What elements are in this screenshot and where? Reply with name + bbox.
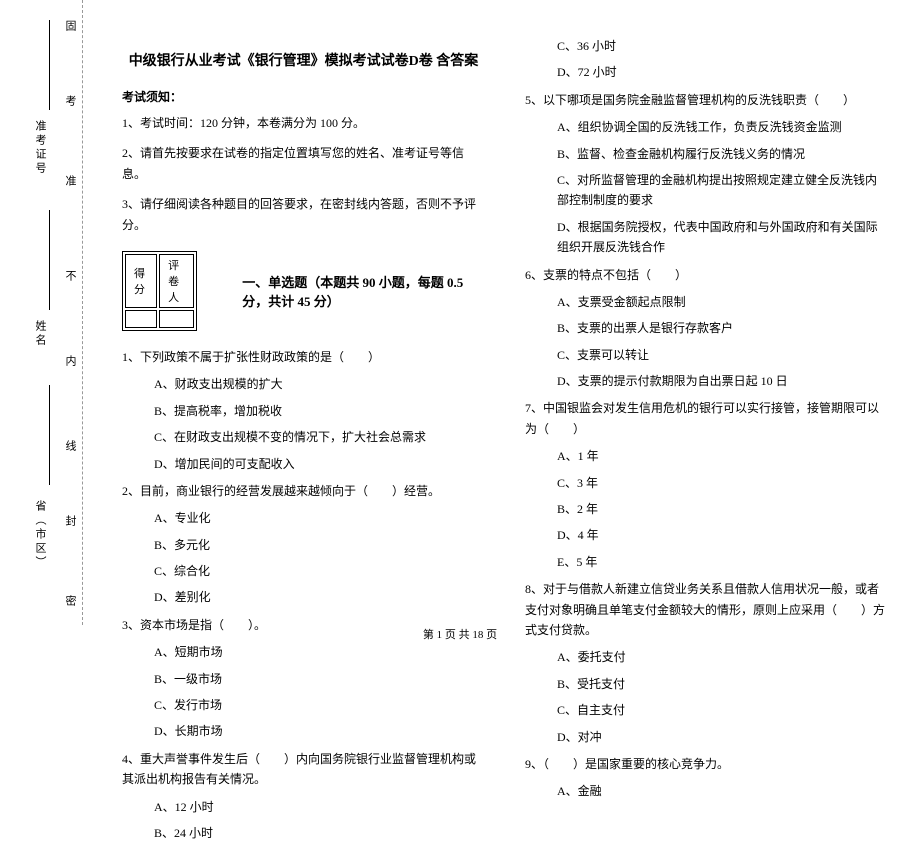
binding-dashed-line: [82, 0, 83, 625]
content-area: 中级银行从业考试《银行管理》模拟考试试卷D卷 含答案 考试须知： 1、考试时间：…: [110, 15, 900, 620]
right-questions: C、36 小时 D、72 小时 5、以下哪项是国务院金融监督管理机构的反洗钱职责（ …: [525, 36, 888, 802]
question-stem: 4、重大声誉事件发生后（ ）内向国务院银行业监督管理机构或其派出机构报告有关情况…: [122, 749, 485, 790]
question-option: C、36 小时: [557, 36, 888, 56]
binding-label-feng: 封: [62, 515, 78, 528]
instruction-2: 2、请首先按要求在试卷的指定位置填写您的姓名、准考证号等信息。: [122, 143, 485, 186]
binding-label-mi: 密: [62, 595, 78, 608]
question-option: B、支票的出票人是银行存款客户: [557, 318, 888, 338]
binding-label-xian: 线: [62, 440, 78, 453]
question-option: D、4 年: [557, 525, 888, 545]
question-option: B、24 小时: [154, 823, 485, 843]
page-footer: 第 1 页 共 18 页: [0, 626, 920, 642]
question-option: A、财政支出规模的扩大: [154, 374, 485, 394]
question-option: A、1 年: [557, 446, 888, 466]
question-option: B、一级市场: [154, 669, 485, 689]
question-option: A、组织协调全国的反洗钱工作，负责反洗钱资金监测: [557, 117, 888, 137]
binding-field-province: 省（市区）: [32, 500, 48, 570]
left-column: 中级银行从业考试《银行管理》模拟考试试卷D卷 含答案 考试须知： 1、考试时间：…: [110, 15, 505, 620]
question-option: C、支票可以转让: [557, 345, 888, 365]
question-option: D、长期市场: [154, 721, 485, 741]
question-option: A、专业化: [154, 508, 485, 528]
question-option: B、受托支付: [557, 674, 888, 694]
question-option: B、提高税率，增加税收: [154, 401, 485, 421]
question-option: D、根据国务院授权，代表中国政府和与外国政府和有关国际组织开展反洗钱合作: [557, 217, 888, 258]
question-option: D、支票的提示付款期限为自出票日起 10 日: [557, 371, 888, 391]
binding-field-examid: 准考证号: [32, 120, 48, 176]
question-stem: 9、（ ）是国家重要的核心竞争力。: [525, 754, 888, 774]
question-option: D、增加民间的可支配收入: [154, 454, 485, 474]
question-option: E、5 年: [557, 552, 888, 572]
binding-underline-name: [49, 210, 50, 310]
question-stem: 7、中国银监会对发生信用危机的银行可以实行接管，接管期限可以为（ ）: [525, 398, 888, 439]
question-stem: 2、目前，商业银行的经营发展越来越倾向于（ ）经营。: [122, 481, 485, 501]
instruction-3: 3、请仔细阅读各种题目的回答要求，在密封线内答题，否则不予评分。: [122, 194, 485, 237]
exam-title: 中级银行从业考试《银行管理》模拟考试试卷D卷 含答案: [122, 50, 485, 70]
question-option: C、在财政支出规模不变的情况下，扩大社会总需求: [154, 427, 485, 447]
question-option: D、差别化: [154, 587, 485, 607]
question-stem: 1、下列政策不属于扩张性财政政策的是（ ）: [122, 347, 485, 367]
question-option: A、支票受金额起点限制: [557, 292, 888, 312]
section-1-title: 一、单选题（本题共 90 小题，每题 0.5 分，共计 45 分）: [242, 272, 485, 310]
binding-label-kao: 考: [62, 95, 78, 108]
question-option: D、对冲: [557, 727, 888, 747]
question-option: C、发行市场: [154, 695, 485, 715]
question-option: A、12 小时: [154, 797, 485, 817]
question-option: B、2 年: [557, 499, 888, 519]
question-stem: 5、以下哪项是国务院金融监督管理机构的反洗钱职责（ ）: [525, 90, 888, 110]
left-questions: 1、下列政策不属于扩张性财政政策的是（ ） A、财政支出规模的扩大 B、提高税率，增…: [122, 347, 485, 843]
question-option: A、金融: [557, 781, 888, 801]
question-option: C、3 年: [557, 473, 888, 493]
question-option: B、监督、检查金融机构履行反洗钱义务的情况: [557, 144, 888, 164]
binding-field-name: 姓名: [32, 320, 48, 348]
question-option: A、短期市场: [154, 642, 485, 662]
question-stem: 6、支票的特点不包括（ ）: [525, 265, 888, 285]
binding-label-bu: 不: [62, 270, 78, 283]
binding-underline-examid: [49, 20, 50, 110]
binding-label-gu: 固: [62, 20, 78, 33]
question-option: C、综合化: [154, 561, 485, 581]
binding-margin: 固 考 准 不 内 线 封 密 准考证号 姓名 省（市区）: [0, 0, 105, 625]
question-option: B、多元化: [154, 535, 485, 555]
question-option: A、委托支付: [557, 647, 888, 667]
score-label: 得分: [125, 254, 157, 308]
score-box: 得分 评卷人: [122, 251, 197, 331]
binding-label-nei: 内: [62, 355, 78, 368]
section-title-row: 得分 评卷人 一、单选题（本题共 90 小题，每题 0.5 分，共计 45 分）: [122, 245, 485, 337]
question-option: C、对所监督管理的金融机构提出按照规定建立健全反洗钱内部控制制度的要求: [557, 170, 888, 211]
binding-underline-province: [49, 385, 50, 485]
instruction-1: 1、考试时间：120 分钟，本卷满分为 100 分。: [122, 113, 485, 135]
question-option: C、自主支付: [557, 700, 888, 720]
grader-label: 评卷人: [159, 254, 194, 308]
right-column: C、36 小时 D、72 小时 5、以下哪项是国务院金融监督管理机构的反洗钱职责（ …: [505, 15, 900, 620]
binding-label-zhun: 准: [62, 175, 78, 188]
notice-heading: 考试须知：: [122, 88, 485, 105]
question-option: D、72 小时: [557, 62, 888, 82]
